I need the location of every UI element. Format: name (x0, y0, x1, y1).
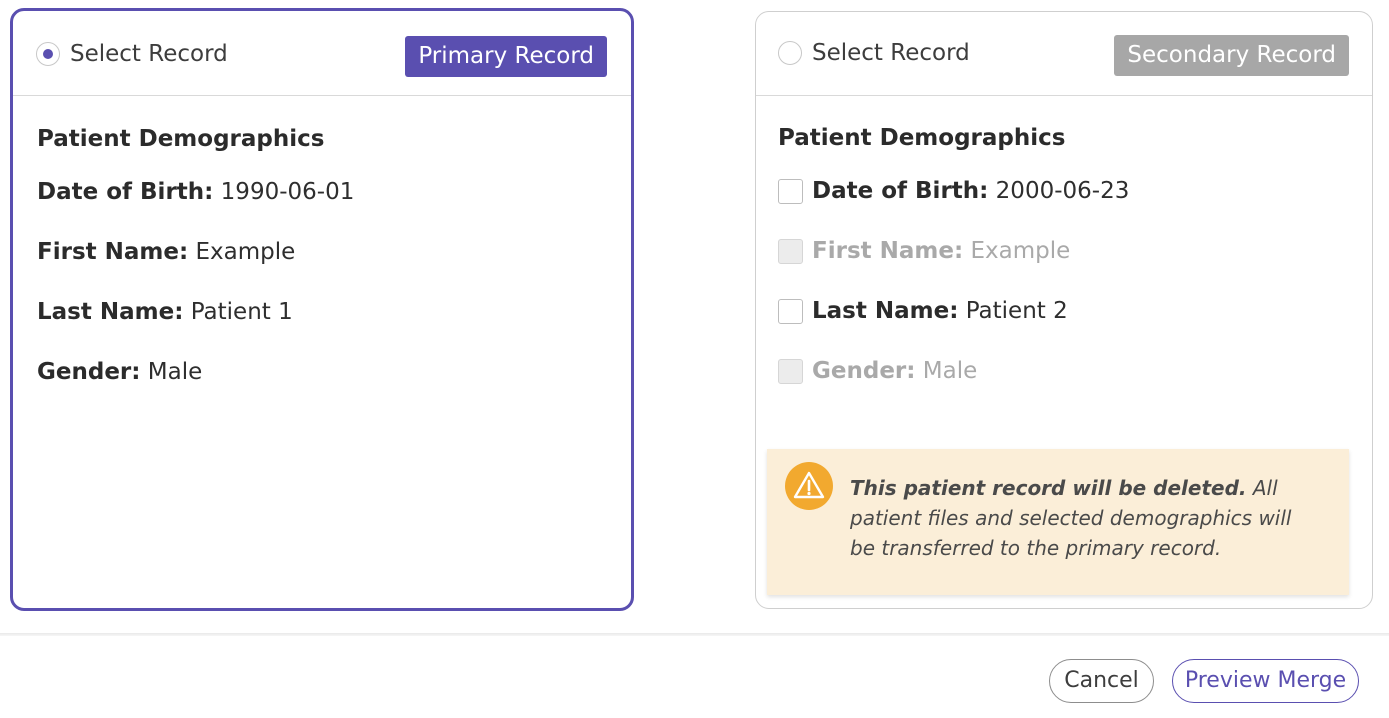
deletion-warning: This patient record will be deleted. All… (767, 449, 1349, 595)
primary-select-label[interactable]: Select Record (70, 41, 228, 67)
field-label: First Name: (37, 239, 189, 265)
field-value: Patient 1 (190, 299, 293, 325)
field-value: Patient 2 (965, 298, 1068, 324)
field-value: Example (195, 239, 296, 265)
field-value: 2000-06-23 (995, 178, 1130, 204)
field-label: Gender: (37, 359, 141, 385)
first-name-checkbox (778, 239, 803, 264)
primary-card-header: Select Record Primary Record (13, 11, 631, 96)
warning-message: This patient record will be deleted. All… (850, 473, 1320, 563)
last-name-checkbox[interactable] (778, 299, 803, 324)
cancel-button[interactable]: Cancel (1049, 659, 1154, 703)
secondary-field-dob: Date of Birth: 2000-06-23 (812, 178, 1129, 204)
primary-record-badge: Primary Record (405, 36, 607, 77)
secondary-field-first-name: First Name: Example (812, 238, 1070, 264)
warning-bold-text: This patient record will be deleted. (850, 476, 1247, 500)
preview-merge-button[interactable]: Preview Merge (1172, 659, 1359, 703)
secondary-record-card[interactable]: Select Record Secondary Record Patient D… (755, 11, 1373, 609)
secondary-section-title: Patient Demographics (778, 125, 1066, 151)
secondary-select-label[interactable]: Select Record (812, 40, 970, 66)
primary-field-dob: Date of Birth: 1990-06-01 (37, 179, 354, 205)
field-label: Gender: (812, 358, 916, 384)
primary-record-card[interactable]: Select Record Primary Record Patient Dem… (10, 8, 634, 611)
warning-triangle-icon (785, 462, 833, 510)
field-value: Male (147, 359, 203, 385)
field-label: Last Name: (812, 298, 959, 324)
footer-divider (0, 633, 1389, 636)
gender-checkbox (778, 359, 803, 384)
primary-field-last-name: Last Name: Patient 1 (37, 299, 293, 325)
primary-section-title: Patient Demographics (37, 126, 325, 152)
field-label: First Name: (812, 238, 964, 264)
field-label: Date of Birth: (37, 179, 214, 205)
field-value: Male (922, 358, 978, 384)
secondary-select-radio[interactable] (778, 41, 802, 65)
secondary-card-header: Select Record Secondary Record (756, 12, 1372, 96)
dob-checkbox[interactable] (778, 179, 803, 204)
primary-field-first-name: First Name: Example (37, 239, 295, 265)
secondary-field-gender: Gender: Male (812, 358, 977, 384)
field-value: 1990-06-01 (220, 179, 355, 205)
secondary-record-badge: Secondary Record (1114, 35, 1349, 76)
primary-field-gender: Gender: Male (37, 359, 202, 385)
field-label: Last Name: (37, 299, 184, 325)
field-value: Example (970, 238, 1071, 264)
secondary-field-last-name: Last Name: Patient 2 (812, 298, 1068, 324)
primary-select-radio[interactable] (36, 42, 60, 66)
field-label: Date of Birth: (812, 178, 989, 204)
